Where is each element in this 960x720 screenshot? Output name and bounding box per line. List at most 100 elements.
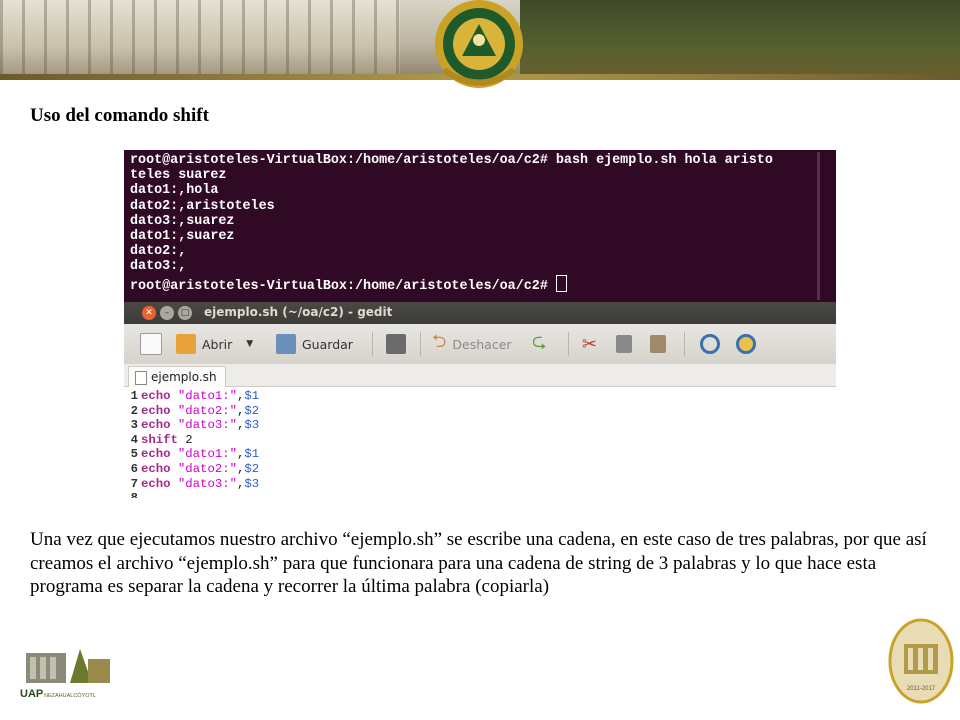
- code-keyword: shift: [141, 432, 178, 447]
- line-number: 1: [130, 389, 138, 403]
- code-text: ,: [236, 389, 245, 403]
- search-button[interactable]: [700, 332, 720, 356]
- paste-button[interactable]: [650, 332, 666, 356]
- undo-button[interactable]: ⮌ Deshacer: [432, 331, 512, 356]
- cut-button[interactable]: ✂: [582, 332, 597, 356]
- line-number: 6: [130, 461, 138, 476]
- save-button[interactable]: Guardar: [276, 332, 353, 356]
- terminal-scrollbar[interactable]: [817, 152, 820, 300]
- print-button[interactable]: [386, 332, 406, 356]
- terminal-line: dato3:,: [130, 259, 187, 275]
- terminal-line: teles suarez: [130, 168, 227, 184]
- tab-ejemplo-sh[interactable]: ejemplo.sh: [128, 366, 226, 387]
- terminal-prompt: root@aristoteles-VirtualBox:/home/aristo…: [130, 278, 556, 294]
- seal-years: 2011-2017: [907, 686, 936, 692]
- terminal-line: dato2:,aristoteles: [130, 198, 275, 214]
- terminal-prompt-line: root@aristoteles-VirtualBox:/home/aristo…: [130, 274, 830, 294]
- code-text: 2: [177, 432, 193, 447]
- toolbar-separator: [420, 332, 421, 356]
- code-string: "dato2:": [177, 461, 237, 476]
- toolbar-separator: [568, 332, 569, 356]
- code-line: 6 echo "dato2:", $2: [124, 462, 836, 477]
- gedit-window: ✕ – □ ejemplo.sh (~/oa/c2) - gedit Abrir…: [124, 302, 836, 498]
- uap-nezahualcoyotl-logo: UAP NEZAHUALCÓYOTL: [20, 649, 110, 700]
- code-keyword: echo: [141, 418, 171, 433]
- terminal-line: dato1:,suarez: [130, 229, 235, 245]
- code-string: "dato1:": [177, 447, 237, 462]
- chevron-down-icon[interactable]: ▼: [246, 339, 253, 349]
- toolbar-separator: [684, 332, 685, 356]
- line-number: 2: [130, 403, 138, 418]
- terminal-line: dato2:,: [130, 244, 187, 260]
- code-string: "dato2:": [177, 403, 237, 418]
- slide-heading: Uso del comando shift: [30, 105, 209, 126]
- search-icon: [700, 334, 720, 354]
- terminal-window[interactable]: root@aristoteles-VirtualBox:/home/aristo…: [124, 150, 836, 302]
- tab-label: ejemplo.sh: [151, 370, 217, 384]
- undo-arrow-icon: ⮌: [432, 331, 447, 352]
- banner-dark-band: [520, 0, 960, 80]
- code-text: ,: [236, 418, 245, 433]
- terminal-cursor: [555, 274, 567, 292]
- redo-arrow-icon: ⮎: [532, 331, 547, 352]
- line-number: 4: [130, 432, 138, 447]
- copy-button[interactable]: [616, 332, 632, 356]
- nezahualcoyotl-text: NEZAHUALCÓYOTL: [44, 692, 96, 699]
- code-variable: $2: [244, 403, 260, 418]
- terminal-line: dato1:,hola: [130, 183, 219, 199]
- open-button[interactable]: Abrir ▼: [176, 332, 253, 356]
- code-line: 5 echo "dato1:", $1: [124, 447, 836, 462]
- code-variable: $3: [244, 418, 260, 433]
- code-variable: $2: [244, 461, 260, 476]
- code-line: 3 echo "dato3:", $3: [124, 418, 836, 433]
- code-string: "dato3:": [177, 476, 237, 491]
- terminal-line: root@aristoteles-VirtualBox:/home/aristo…: [130, 153, 773, 168]
- code-keyword: echo: [141, 389, 171, 403]
- close-icon[interactable]: ✕: [142, 306, 156, 320]
- code-variable: $1: [244, 389, 260, 403]
- maximize-icon[interactable]: □: [178, 306, 192, 320]
- anniversary-seal-logo: 2011-2017: [888, 618, 954, 704]
- line-number: 7: [130, 476, 138, 491]
- new-document-button[interactable]: [140, 332, 162, 356]
- gedit-toolbar: Abrir ▼ Guardar ⮌ Deshacer ⮎ ✂: [124, 324, 836, 364]
- code-keyword: echo: [141, 461, 171, 476]
- code-text: ,: [236, 461, 245, 476]
- line-number: 8: [124, 491, 141, 498]
- code-string: "dato1:": [177, 389, 237, 403]
- code-text: ,: [236, 476, 245, 491]
- code-keyword: echo: [141, 447, 171, 462]
- document-icon: [135, 371, 147, 385]
- paste-icon: [650, 335, 666, 353]
- code-text: ,: [236, 447, 245, 462]
- scissors-icon: ✂: [582, 333, 598, 355]
- line-number: 3: [130, 418, 138, 433]
- code-variable: $3: [244, 476, 260, 491]
- code-variable: $1: [244, 447, 260, 462]
- open-label: Abrir: [202, 336, 233, 352]
- code-line: 7 echo "dato3:", $3: [124, 477, 836, 492]
- redo-button[interactable]: ⮎: [532, 331, 547, 356]
- new-document-icon: [140, 333, 162, 355]
- undo-label: Deshacer: [452, 336, 512, 352]
- minimize-icon[interactable]: –: [160, 306, 174, 320]
- uap-text: UAP: [20, 688, 43, 700]
- gedit-titlebar[interactable]: ✕ – □ ejemplo.sh (~/oa/c2) - gedit: [124, 302, 836, 324]
- line-number: 5: [130, 447, 138, 462]
- code-keyword: echo: [141, 403, 171, 418]
- replace-button[interactable]: [736, 332, 756, 356]
- code-line: 2 echo "dato2:", $2: [124, 404, 836, 419]
- save-icon: [276, 334, 296, 354]
- code-editor[interactable]: 1 echo "dato1:", $1 2 echo "dato2:", $2 3 echo …: [124, 387, 836, 498]
- building-photo: [0, 0, 400, 80]
- code-line: 1 echo "dato1:", $1: [124, 389, 836, 404]
- toolbar-separator: [372, 332, 373, 356]
- folder-icon: [176, 334, 196, 354]
- code-string: "dato3:": [177, 418, 237, 433]
